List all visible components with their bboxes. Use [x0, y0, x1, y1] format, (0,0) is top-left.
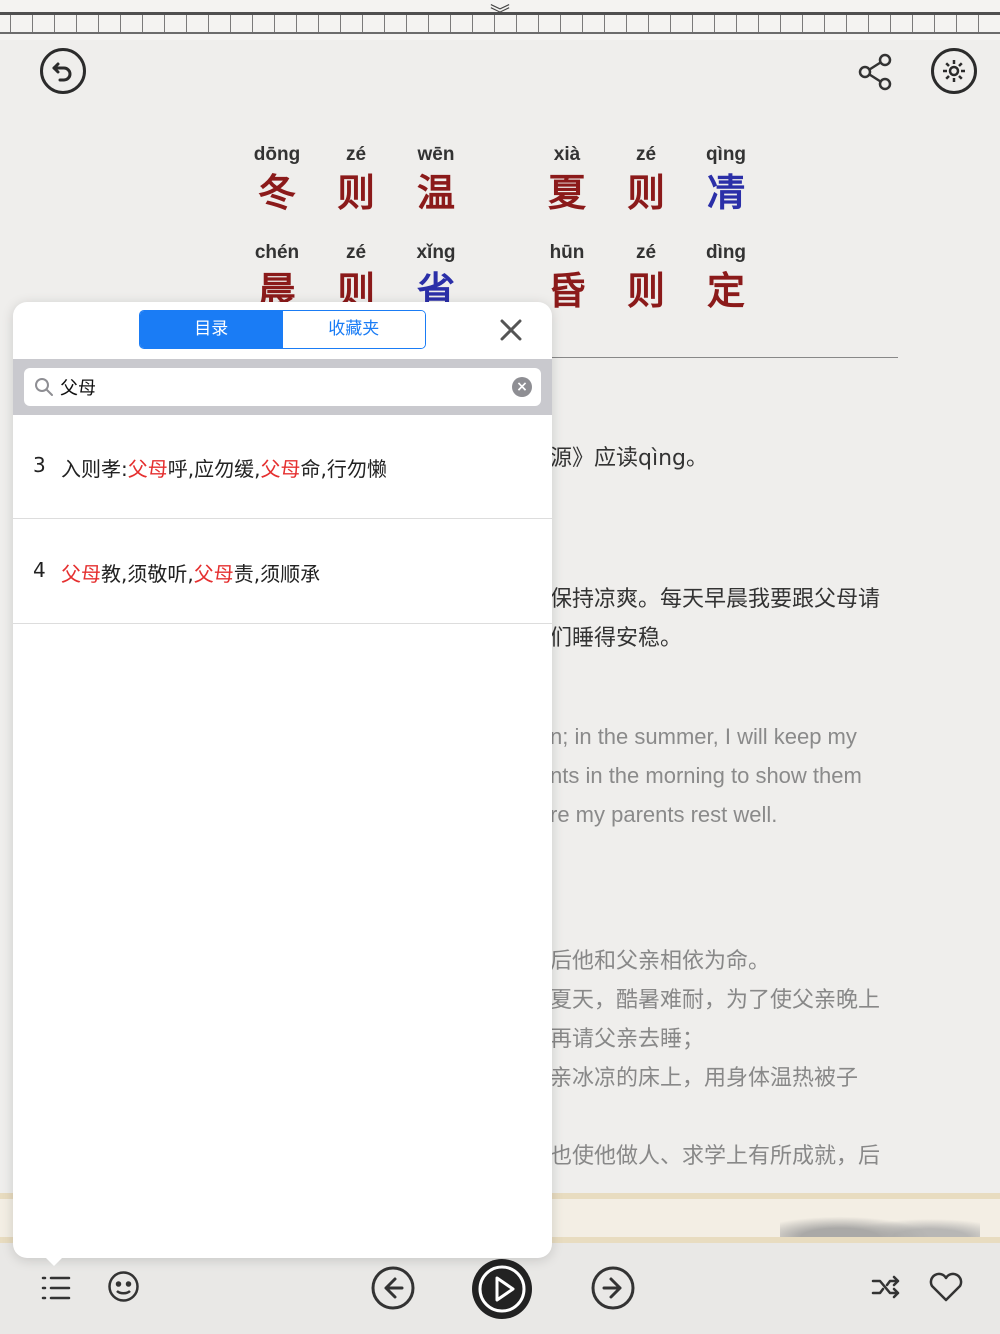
hanzi-character: 则 [336, 170, 375, 215]
tab-contents[interactable]: 目录 [140, 311, 283, 348]
pinyin-label: dōng [253, 144, 301, 165]
play-icon [472, 1259, 532, 1319]
pinyin-label: xǐng [416, 242, 456, 263]
shuffle-button[interactable] [870, 1273, 902, 1301]
play-button[interactable] [470, 1257, 534, 1321]
heart-icon [929, 1272, 963, 1302]
gear-icon [943, 60, 965, 82]
hanzi-character: 温 [416, 170, 455, 215]
verse-char-cell[interactable]: zé 则 [611, 144, 681, 216]
back-button[interactable] [40, 48, 86, 94]
pinyin-label: hūn [549, 242, 585, 263]
result-text-segment: 入则孝: [61, 457, 128, 481]
hanzi-character: 则 [626, 268, 665, 313]
pinyin-label: chén [254, 242, 300, 263]
toc-popover: 目录 收藏夹 × 3入则孝:父母呼,应勿缓,父母命,行勿懒4父母教,须敬听,父母… [13, 302, 552, 1258]
shuffle-icon [871, 1275, 900, 1299]
result-text-segment: 命,行勿懒 [300, 457, 387, 481]
verse-char-cell[interactable]: wēn 温 [401, 144, 471, 216]
toc-button[interactable] [40, 1273, 72, 1303]
pinyin-label: zé [345, 242, 367, 263]
pinyin-label: qìng [705, 144, 747, 165]
story-line-1: 后他和父亲相依为命。 [550, 949, 771, 974]
top-decorative-border: ︾ [0, 0, 1000, 40]
face-icon [108, 1271, 139, 1302]
hanzi-character: 凊 [706, 170, 745, 215]
story-line-2: 夏天，酷暑难耐，为了使父亲晚上 [550, 988, 881, 1013]
clear-search-icon[interactable]: × [512, 377, 532, 397]
result-text-segment: 责,须顺承 [233, 562, 321, 586]
pinyin-label: xià [553, 144, 581, 165]
search-icon [35, 378, 53, 396]
highlighted-match: 父母 [260, 457, 301, 481]
close-icon [500, 319, 522, 341]
search-field-container: × [24, 368, 541, 406]
search-input[interactable] [60, 372, 500, 402]
collapse-chevron-icon[interactable]: ︾ [482, 4, 518, 24]
popover-arrow [40, 1252, 68, 1266]
pinyin-label: zé [635, 144, 657, 165]
popover-segmented-control: 目录 收藏夹 [139, 310, 426, 349]
search-result-row[interactable]: 4 父母教,须敬听,父母责,须顺承 [13, 520, 552, 624]
translation-cn-line-1: 保持凉爽。每天早晨我要跟父母请 [550, 587, 881, 612]
translation-en-line-2: nts in the morning to show them [550, 763, 862, 788]
verse-char-cell[interactable]: dōng 冬 [242, 144, 312, 216]
pinyin-label: zé [345, 144, 367, 165]
pronunciation-note: 源》应读qìng。 [550, 446, 708, 471]
next-button[interactable] [590, 1265, 636, 1311]
share-button[interactable] [856, 52, 896, 92]
pinyin-label: wēn [417, 144, 455, 165]
share-icon [858, 53, 892, 91]
hanzi-character: 冬 [257, 170, 296, 215]
verse-char-cell[interactable]: zé 则 [611, 242, 681, 314]
translation-en-line-1: n; in the summer, I will keep my [550, 724, 857, 749]
story-line-5: 也使他做人、求学上有所成就，后 [550, 1144, 881, 1169]
result-number: 4 [33, 558, 46, 582]
favorite-button[interactable] [928, 1271, 964, 1303]
pinyin-label: zé [635, 242, 657, 263]
highlighted-match: 父母 [127, 457, 168, 481]
prev-arrow-icon [371, 1266, 415, 1310]
back-arrow-icon [52, 62, 72, 82]
result-text: 入则孝:父母呼,应勿缓,父母命,行勿懒 [61, 453, 387, 482]
settings-button[interactable] [931, 48, 977, 94]
next-arrow-icon [591, 1266, 635, 1310]
tab-favorites[interactable]: 收藏夹 [282, 311, 425, 348]
verse-char-cell[interactable]: dìng 定 [691, 242, 761, 314]
pinyin-label: dìng [705, 242, 747, 263]
list-icon [41, 1276, 71, 1300]
translation-cn-line-2: 们睡得安稳。 [550, 626, 683, 651]
search-result-row[interactable]: 3 入则孝:父母呼,应勿缓,父母命,行勿懒 [13, 415, 552, 519]
story-line-4: 亲冰凉的床上，用身体温热被子 [550, 1066, 859, 1091]
section-divider [550, 357, 898, 358]
verse-char-cell[interactable]: zé 则 [321, 144, 391, 216]
result-number: 3 [33, 453, 46, 477]
verse-char-cell[interactable]: qìng 凊 [691, 144, 761, 216]
result-text-segment: 教,须敬听, [101, 562, 194, 586]
reading-mode-button[interactable] [107, 1270, 140, 1303]
verse-line-1: dōng 冬 zé 则 wēn 温 xià 夏 zé 则 qìng 凊 [0, 144, 1000, 224]
story-line-3: 再请父亲去睡； [550, 1027, 705, 1052]
mountain-painting [780, 1205, 980, 1237]
hanzi-character: 则 [626, 170, 665, 215]
translation-en-line-3: re my parents rest well. [550, 802, 778, 827]
result-text: 父母教,须敬听,父母责,须顺承 [61, 558, 320, 587]
verse-char-cell[interactable]: xià 夏 [532, 144, 602, 216]
hanzi-character: 定 [706, 268, 745, 313]
previous-button[interactable] [370, 1265, 416, 1311]
hanzi-character: 夏 [547, 170, 586, 215]
search-bar: × [13, 359, 552, 415]
highlighted-match: 父母 [61, 562, 101, 586]
close-button[interactable] [497, 316, 525, 344]
result-text-segment: 呼,应勿缓, [167, 457, 261, 481]
highlighted-match: 父母 [193, 562, 234, 586]
